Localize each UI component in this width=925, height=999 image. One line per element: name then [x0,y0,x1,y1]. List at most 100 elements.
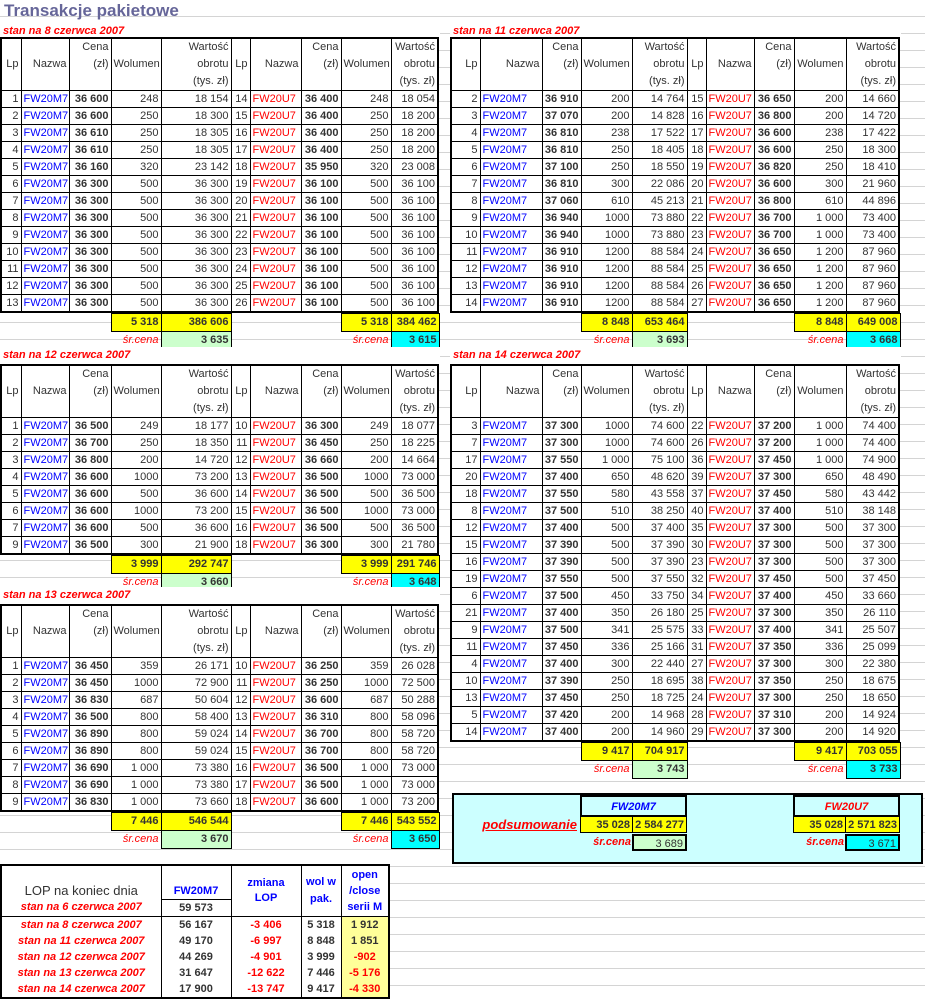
cell-cena: 37 450 [753,451,795,469]
cell-wolumen: 250 [793,689,847,707]
cell-nazwa: FW20U7 [705,209,755,227]
cell-nazwa: FW20M7 [20,468,70,486]
cell-cena: 36 700 [300,725,342,743]
cell-nazwa: FW20M7 [479,294,543,313]
cell-nazwa: FW20U7 [705,723,755,742]
header-wartosc-line1: Wartość [856,41,896,53]
cell-wolumen: 500 [110,192,162,210]
table-row: 12 FW20M7 36 300 500 36 300 25 FW20U7 36 100 500… [0,277,439,295]
lop-m7: 49 170 [160,932,231,949]
cell-wartosc: 18 225 [390,434,439,452]
header-wartosc: Wartość obrotu (tys. zł) [631,364,688,418]
cell-nazwa: FW20U7 [705,519,755,537]
cell-cena: 37 200 [753,434,795,452]
cell-nazwa: FW20M7 [479,655,543,673]
cell-nazwa: FW20U7 [249,691,302,709]
header-cena-line2: (zł) [776,58,792,70]
lop-table: LOP na koniec dnia FW20M7 zmiana LOP wol… [0,864,390,999]
cell-cena: 37 300 [753,689,795,707]
cell-wolumen: 1 000 [340,759,392,777]
table-row: 8 FW20M7 36 300 500 36 300 21 FW20U7 36 100 500 3… [0,209,439,227]
table-row: 9 FW20M7 36 300 500 36 300 22 FW20U7 36 100 500 3… [0,226,439,244]
cell-nazwa: FW20U7 [705,689,755,707]
cell-wolumen: 200 [793,706,847,724]
cell-wartosc: 73 200 [160,502,232,520]
header-wolumen: Wolumen [340,37,392,91]
cell-wolumen: 250 [110,107,162,125]
cell-wartosc: 88 584 [631,277,688,295]
cell-wolumen: 500 [340,485,392,503]
totals-table: 7 446 546 544 7 446 543 552 śr.cena 3 670 śr.c… [0,812,440,849]
cell-nazwa: FW20U7 [705,570,755,588]
lop-change: -12 622 [230,964,301,981]
cell-lp: 5 [0,725,22,743]
cell-lp: 18 [686,141,707,159]
cell-wartosc: 74 400 [845,417,900,435]
cell-nazwa: FW20M7 [20,192,70,210]
cell-lp: 40 [686,502,707,520]
cell-nazwa: FW20U7 [705,587,755,605]
cell-nazwa: FW20U7 [705,604,755,622]
table-row: 6 FW20M7 36 600 1000 73 200 15 FW20U7 36 500 100… [0,502,439,520]
cell-cena: 36 600 [300,793,342,812]
cell-cena: 36 300 [68,277,112,295]
cell-wolumen: 1 000 [793,226,847,244]
cell-lp: 10 [230,417,251,435]
cell-wartosc: 36 300 [160,294,232,313]
cell-wartosc: 36 300 [160,226,232,244]
cell-lp: 20 [230,192,251,210]
cell-lp: 4 [0,708,22,726]
cell-cena: 36 810 [541,175,582,193]
cell-cena: 36 800 [753,192,795,210]
cell-nazwa: FW20M7 [479,158,543,176]
cell-wolumen: 1 200 [793,277,847,295]
cell-lp: 12 [450,260,481,278]
cell-nazwa: FW20U7 [249,277,302,295]
cell-cena: 37 350 [753,638,795,656]
cell-wolumen: 580 [793,485,847,503]
header-wartosc-line3: (tys. zł) [860,402,896,414]
cell-nazwa: FW20M7 [20,107,70,125]
avg-price-label: śr.cena [352,833,389,846]
cell-nazwa: FW20M7 [20,434,70,452]
cell-cena: 36 650 [753,294,795,313]
cell-cena: 36 100 [300,209,342,227]
cell-wolumen: 336 [793,638,847,656]
summary-panel: FW20M7 podsumowanie 35 028 2 584 277 śr.… [452,793,923,864]
cell-wolumen: 610 [793,192,847,210]
cell-wolumen: 300 [340,536,392,555]
cell-lp: 2 [450,90,481,108]
cell-cena: 37 400 [753,502,795,520]
cell-wolumen: 500 [340,519,392,537]
cell-lp: 17 [686,124,707,142]
cell-wartosc: 18 350 [160,434,232,452]
cell-wartosc: 25 575 [631,621,688,639]
cell-nazwa: FW20U7 [705,90,755,108]
cell-cena: 36 600 [68,107,112,125]
header-lp: Lp [686,364,707,418]
lop-open-close: -902 [340,948,390,965]
cell-cena: 37 400 [541,723,582,742]
cell-wartosc: 26 110 [845,604,900,622]
sum-value: 649 008 [845,313,901,332]
cell-wolumen: 500 [580,570,633,588]
cell-cena: 36 910 [541,90,582,108]
cell-wolumen: 200 [580,90,633,108]
lop-row: stan na 14 czerwca 2007 17 900 -13 747 9 41… [1,980,390,998]
cell-wartosc: 74 600 [631,417,688,435]
cell-wolumen: 1 000 [110,793,162,812]
table-row: 1 FW20M7 36 450 359 26 171 10 FW20U7 36 250 359 2… [0,657,439,675]
cell-lp: 21 [230,209,251,227]
table-row: 19 FW20M7 37 550 500 37 550 32 FW20U7 37 450 500… [450,570,900,588]
cell-wartosc: 36 100 [390,243,439,261]
cell-cena: 37 550 [541,451,582,469]
cell-wartosc: 87 960 [845,277,900,295]
cell-wartosc: 14 960 [631,723,688,742]
cell-wartosc: 73 400 [845,209,900,227]
cell-nazwa: FW20U7 [249,141,302,159]
summary-label: podsumowanie [482,817,577,832]
cell-lp: 35 [686,519,707,537]
header-cena: Cena (zł) [68,37,112,91]
sum-value: 292 747 [160,555,232,574]
header-wolumen: Wolumen [110,37,162,91]
